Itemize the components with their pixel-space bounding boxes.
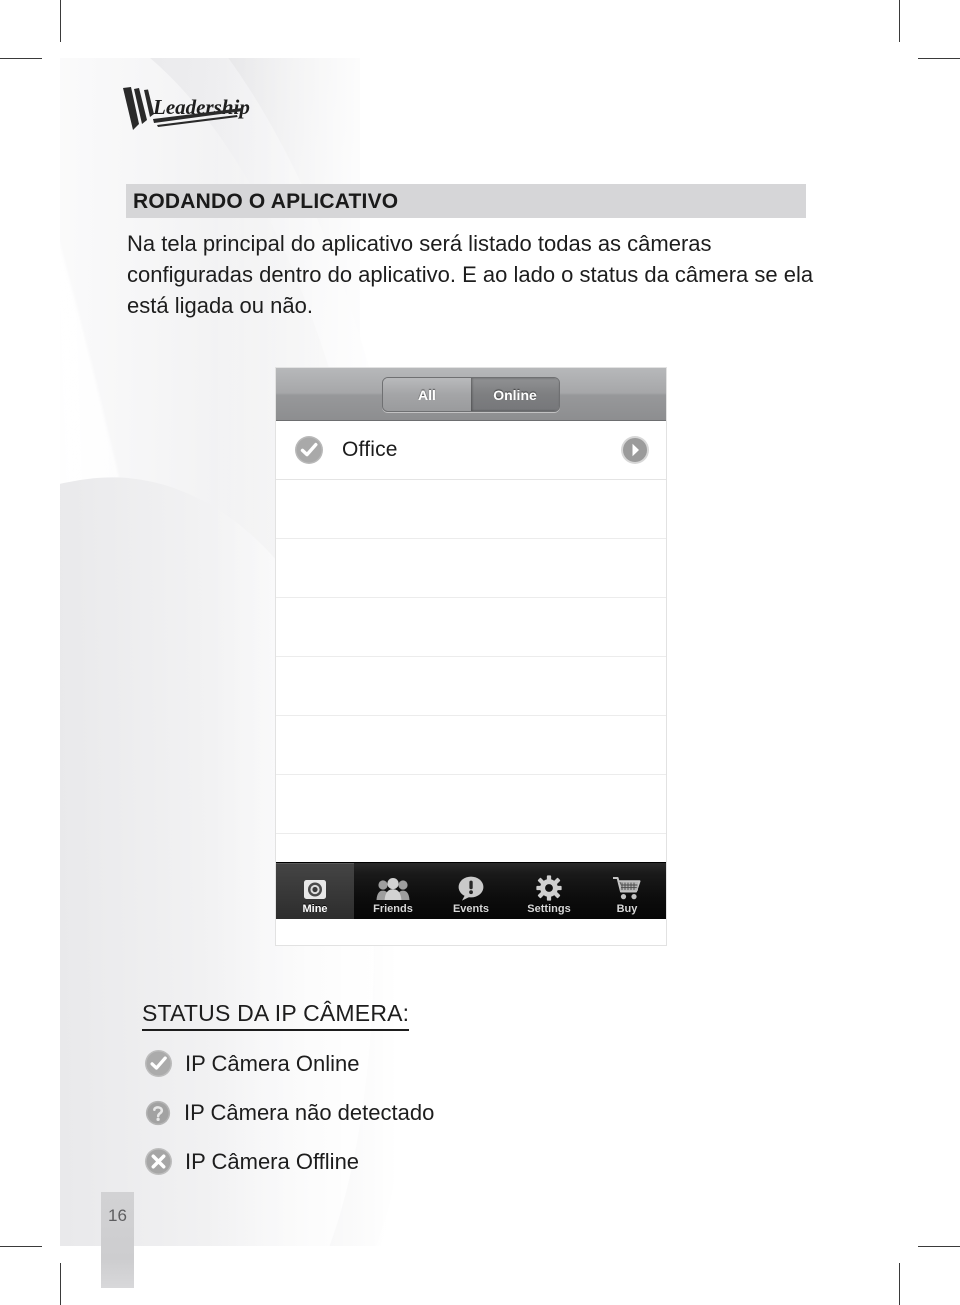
- crop-mark-bottom-right-horizontal: [918, 1246, 960, 1247]
- tab-buy-label: Buy: [616, 903, 638, 915]
- camera-icon: [302, 873, 328, 901]
- alert-bubble-icon: [457, 873, 485, 901]
- tab-friends-label: Friends: [373, 903, 413, 915]
- check-circle-icon: [144, 1049, 173, 1078]
- check-circle-icon: [294, 435, 324, 465]
- shopping-cart-icon: [612, 873, 642, 901]
- question-circle-icon: [145, 1100, 171, 1126]
- segment-all[interactable]: All: [383, 378, 471, 411]
- list-item[interactable]: [276, 480, 666, 539]
- crop-mark-top-right-horizontal: [918, 58, 960, 59]
- legend-item-not-detected: IP Câmera não detectado: [144, 1098, 434, 1127]
- bottom-tab-bar: Mine Friends Events Settings Buy: [276, 862, 666, 919]
- chevron-right-circle-icon[interactable]: [620, 435, 650, 465]
- status-legend-title: STATUS DA IP CÂMERA:: [142, 1000, 410, 1031]
- intro-paragraph: Na tela principal do aplicativo será lis…: [127, 231, 814, 318]
- segment-all-label: All: [418, 386, 436, 403]
- tab-buy[interactable]: Buy: [588, 863, 666, 919]
- tab-friends[interactable]: Friends: [354, 863, 432, 919]
- leadership-logo: Leadership: [117, 86, 257, 132]
- legend-item-label: IP Câmera não detectado: [184, 1100, 435, 1125]
- tab-settings-label: Settings: [527, 903, 571, 915]
- crop-mark-top-left-vertical: [60, 0, 61, 42]
- segment-online[interactable]: Online: [471, 378, 559, 411]
- tab-mine[interactable]: Mine: [276, 863, 354, 919]
- segmented-control[interactable]: All Online: [382, 377, 560, 412]
- legend-item-offline: IP Câmera Offline: [144, 1147, 359, 1176]
- legend-item-online: IP Câmera Online: [144, 1049, 359, 1078]
- page-number-label: 16: [108, 1206, 127, 1225]
- list-item[interactable]: Office: [276, 421, 666, 480]
- segment-online-label: Online: [493, 386, 537, 403]
- list-item[interactable]: [276, 657, 666, 716]
- tab-settings[interactable]: Settings: [510, 863, 588, 919]
- gear-icon: [535, 873, 563, 901]
- camera-name: Office: [342, 438, 398, 461]
- tab-events[interactable]: Events: [432, 863, 510, 919]
- app-screenshot: All Online Office Mine Friends Events Se…: [276, 368, 666, 945]
- crop-mark-bottom-left-vertical: [60, 1263, 61, 1305]
- crop-mark-bottom-right-vertical: [899, 1263, 900, 1305]
- legend-item-label: IP Câmera Online: [185, 1051, 360, 1076]
- crop-mark-top-left-horizontal: [0, 58, 42, 59]
- people-icon: [376, 873, 410, 901]
- x-circle-icon: [144, 1147, 173, 1176]
- legend-item-label: IP Câmera Offline: [185, 1149, 360, 1174]
- crop-mark-bottom-left-horizontal: [0, 1246, 42, 1247]
- page-title: RODANDO O APLICATIVO: [133, 190, 399, 213]
- app-top-bar: All Online: [276, 368, 666, 421]
- tab-events-label: Events: [452, 903, 490, 915]
- list-item[interactable]: [276, 775, 666, 834]
- list-item[interactable]: [276, 716, 666, 775]
- list-item[interactable]: [276, 598, 666, 657]
- tab-mine-label: Mine: [302, 903, 328, 915]
- page-number-tab: 16: [101, 1192, 134, 1288]
- camera-list: Office: [276, 421, 666, 893]
- crop-mark-top-right-vertical: [899, 0, 900, 42]
- list-item[interactable]: [276, 539, 666, 598]
